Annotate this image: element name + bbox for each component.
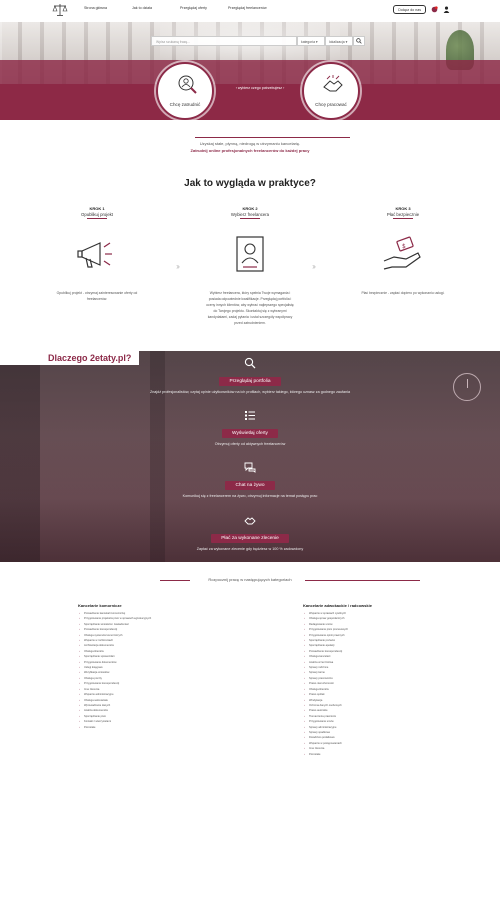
chat-button[interactable]: Chat na żywo (225, 481, 275, 490)
nav-link-browse-freelancers[interactable]: Przeglądaj freelancerów (228, 6, 276, 10)
notification-icon[interactable] (431, 6, 438, 13)
chat-bubbles-icon (244, 462, 256, 473)
step-description: Płać bezpiecznie - zapłać dopiero po wyk… (361, 291, 445, 295)
feature-chat: Chat na żywo Komunikuj się z freelancere… (0, 461, 500, 498)
search-button[interactable] (353, 36, 365, 46)
step-1: KROK 1 Opublikuj projekt Opublikuj proje… (52, 206, 142, 302)
divider (195, 137, 350, 138)
category-column-left: Kancelarie komornicze Prowadzenie kancel… (78, 603, 268, 730)
search-icon (356, 38, 362, 44)
category-select[interactable]: kategoria ▾ (297, 36, 325, 46)
category-link[interactable]: Pozostałe (303, 752, 493, 757)
magnifier-person-icon (178, 75, 197, 94)
search-icon (244, 357, 256, 369)
pay-button[interactable]: Płać za wykonane zlecenie (211, 534, 289, 543)
feature-text: Otrzymuj oferty od aktywnych freelanceró… (214, 442, 286, 446)
nav-link-browse-offers[interactable]: Przeglądaj oferty (180, 6, 228, 10)
feature-text: Zapłać za wykonane zlecenie gdy będziesz… (196, 547, 304, 551)
step-title: Wybierz freelancera (230, 212, 270, 217)
chevron-right-icon: ››› (176, 262, 180, 271)
category-title: Kancelarie adwokackie / radcowskie (303, 603, 372, 608)
step-number: KROK 1 (89, 206, 105, 211)
nav-link-how-it-works[interactable]: Jak to działa (132, 6, 180, 10)
hand-payment-icon: $ (383, 236, 421, 270)
step-2: KROK 2 Wybierz freelancera Wybierz freel… (205, 206, 295, 327)
intro-highlight: Zatrudnij online profesjonalnych freelan… (190, 148, 310, 153)
category-column-right: Kancelarie adwokackie / radcowskie Wspar… (303, 603, 493, 757)
location-select[interactable]: lokalizacja ▾ (325, 36, 353, 46)
step-title: Płać bezpiecznie (386, 212, 420, 217)
handshake-icon (244, 517, 256, 525)
choose-hint: wybierz czego potrzebujesz (237, 86, 283, 90)
category-list: Wsparcie w sprawach cywilnychObsługa spr… (303, 611, 493, 757)
megaphone-icon (77, 242, 112, 268)
search-input[interactable]: Wpisz szukaną frazę... (151, 36, 297, 46)
category-title: Kancelarie komornicze (78, 603, 122, 608)
list-icon (245, 411, 255, 420)
chevron-right-icon: ››› (312, 262, 316, 271)
handshake-icon (323, 75, 343, 92)
feature-offers: Wyświetlaj oferty Otrzymuj oferty od akt… (0, 409, 500, 446)
user-icon[interactable] (443, 6, 450, 13)
step-3: KROK 3 Płać bezpiecznie $ Płać bezpieczn… (358, 206, 448, 296)
category-link[interactable]: Pozostałe (78, 725, 268, 730)
hero-banner: Wpisz szukaną frazę... kategoria ▾ lokal… (0, 22, 500, 120)
step-title: Opublikuj projekt (80, 212, 113, 217)
profile-document-icon (236, 236, 264, 272)
step-number: KROK 2 (242, 206, 258, 211)
feature-text: Znajdź profesjonalistów, czytaj opinie u… (149, 390, 351, 394)
how-it-works-title: Jak to wygląda w praktyce? (184, 178, 316, 189)
hire-option[interactable]: Chcę zatrudnić (156, 62, 214, 120)
intro-line: Uzyskaj stałe, płynną, niedrogą w utrzym… (199, 141, 301, 146)
feature-pay: Płać za wykonane zlecenie Zapłać za wyko… (0, 514, 500, 551)
top-navigation: Strona główna Jak to działa Przeglądaj o… (0, 0, 500, 22)
step-description: Opublikuj projekt - otrzymaj zainteresow… (56, 291, 138, 302)
offers-button[interactable]: Wyświetlaj oferty (222, 429, 278, 438)
feature-text: Komunikuj się z freelancerem na żywo, ot… (182, 494, 318, 498)
category-list: Prowadzenie kancelarii komorniczejPrzygo… (78, 611, 268, 730)
nav-link-home[interactable]: Strona główna (84, 6, 132, 10)
svg-text:$: $ (402, 243, 406, 250)
hire-option-label: Chcę zatrudnić (169, 102, 201, 107)
portfolio-button[interactable]: Przeglądaj portfolia (219, 377, 281, 386)
work-option[interactable]: Chcę pracować (302, 62, 360, 120)
join-button[interactable]: Dołącz do nas (393, 5, 426, 14)
search-bar: Wpisz szukaną frazę... kategoria ▾ lokal… (151, 36, 365, 46)
work-option-label: Chcę pracować (315, 102, 347, 107)
step-number: KROK 3 (395, 206, 411, 211)
step-description: Wybierz freelancera, który spełnia Twoje… (206, 291, 294, 326)
feature-portfolio: Przeglądaj portfolia Znajdź profesjonali… (0, 357, 500, 394)
categories-heading: Rozpocznij pracę w następujących kategor… (208, 577, 292, 582)
scales-logo-icon[interactable] (52, 3, 68, 17)
